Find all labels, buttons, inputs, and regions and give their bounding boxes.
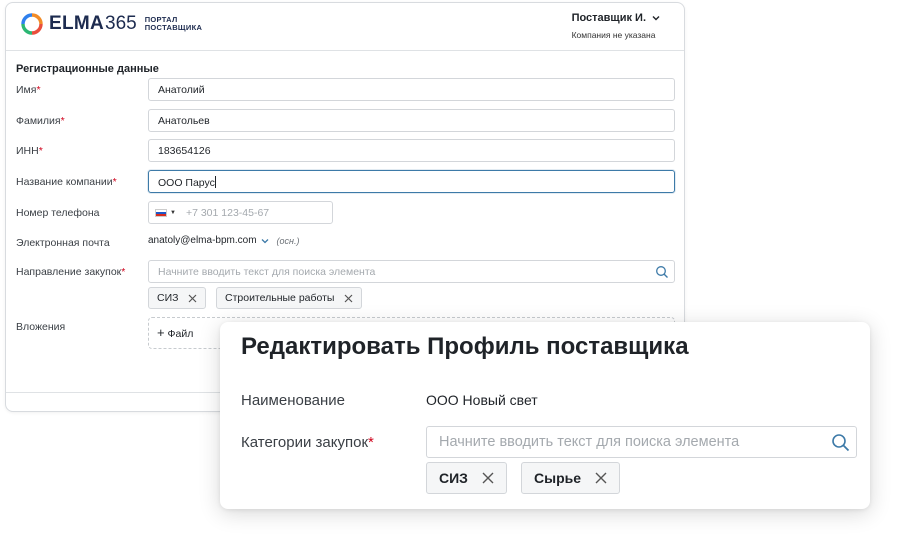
phone-label: Номер телефона (16, 207, 100, 219)
logo: ELMA 365 ПОРТАЛ ПОСТАВЩИКА (21, 13, 202, 35)
tag-label: СИЗ (157, 292, 179, 304)
chevron-down-icon[interactable] (261, 237, 269, 245)
top-bar: ELMA 365 ПОРТАЛ ПОСТАВЩИКА Поставщик И. … (6, 3, 684, 51)
purchase-direction-label: Направление закупок* (16, 266, 125, 278)
tag-chip: СИЗ (148, 287, 207, 309)
tag-chip: Строительные работы (216, 287, 363, 309)
categories-label-text: Категории закупок (241, 434, 369, 451)
text-caret (214, 176, 216, 188)
phone-placeholder: +7 301 123-45-67 (185, 206, 270, 219)
required-mark: * (112, 176, 117, 188)
remove-tag-icon[interactable] (188, 294, 197, 303)
purchase-direction-search[interactable]: Начните вводить текст для поиска элемент… (148, 260, 675, 283)
category-tag-label: СИЗ (439, 470, 468, 486)
email-selector[interactable]: anatoly@elma-bpm.com (осн.) (148, 235, 299, 246)
last-name-label-text: Фамилия (16, 115, 61, 127)
last-name-field[interactable]: Анатольев (148, 109, 675, 132)
required-mark: * (368, 434, 374, 451)
inn-label: ИНН* (16, 145, 43, 157)
categories-search[interactable]: Начните вводить текст для поиска элемент… (426, 426, 857, 458)
chevron-down-icon[interactable] (652, 14, 660, 22)
company-status: Компания не указана (571, 30, 656, 40)
purchase-direction-label-text: Направление закупок (16, 266, 122, 278)
edit-profile-modal: Редактировать Профиль поставщика Наимено… (220, 322, 870, 509)
name-value: ООО Новый свет (426, 392, 538, 408)
company-name-label-text: Название компании (16, 176, 113, 188)
inn-label-text: ИНН (16, 145, 39, 157)
search-icon[interactable] (655, 265, 669, 279)
country-dropdown-icon[interactable]: ▼ (170, 210, 176, 216)
inn-field[interactable]: 183654126 (148, 139, 675, 162)
first-name-field[interactable]: Анатолий (148, 78, 675, 101)
elma-logo-icon (21, 13, 43, 35)
remove-tag-icon[interactable] (344, 294, 353, 303)
logo-subtitle-line-2: ПОСТАВЩИКА (144, 23, 203, 32)
search-placeholder: Начните вводить текст для поиска элемент… (158, 266, 376, 278)
company-name-label: Название компании* (16, 176, 117, 188)
category-tag-chip: СИЗ (426, 462, 507, 494)
company-name-field[interactable]: ООО Парус (148, 170, 675, 193)
first-name-label: Имя* (16, 84, 41, 96)
email-primary-note: (осн.) (276, 235, 300, 246)
user-name-label: Поставщик И. (571, 12, 646, 24)
add-file-button[interactable]: Файл (168, 328, 194, 340)
categories-placeholder: Начните вводить текст для поиска элемент… (439, 434, 740, 450)
attachments-label: Вложения (16, 321, 66, 333)
user-menu[interactable]: Поставщик И. Компания не указана (572, 12, 660, 40)
section-title: Регистрационные данные (16, 63, 159, 75)
categories-label: Категории закупок* (241, 434, 374, 451)
plus-icon[interactable]: + (157, 325, 165, 340)
user-name[interactable]: Поставщик И. (572, 12, 660, 24)
remove-tag-icon[interactable] (595, 472, 607, 484)
phone-field[interactable]: ▼ +7 301 123-45-67 (148, 201, 333, 224)
required-mark: * (121, 266, 126, 278)
email-label: Электронная почта (16, 237, 110, 249)
logo-subtitle: ПОРТАЛ ПОСТАВЩИКА (145, 16, 202, 32)
logo-word: ELMA (49, 13, 105, 34)
category-tag-label: Сырье (534, 470, 582, 486)
modal-title: Редактировать Профиль поставщика (241, 333, 689, 360)
email-value: anatoly@elma-bpm.com (148, 235, 257, 246)
first-name-label-text: Имя (16, 84, 37, 96)
company-name-value: ООО Парус (158, 177, 215, 189)
category-tag-chip: Сырье (521, 462, 621, 494)
name-label: Наименование (241, 392, 345, 409)
search-icon[interactable] (831, 433, 850, 452)
last-name-label: Фамилия* (16, 115, 65, 127)
tag-label: Строительные работы (225, 292, 335, 304)
required-mark: * (36, 84, 41, 96)
required-mark: * (38, 145, 43, 157)
remove-tag-icon[interactable] (482, 472, 494, 484)
required-mark: * (60, 115, 65, 127)
russia-flag-icon[interactable] (155, 208, 167, 217)
logo-number: 365 (105, 13, 137, 34)
